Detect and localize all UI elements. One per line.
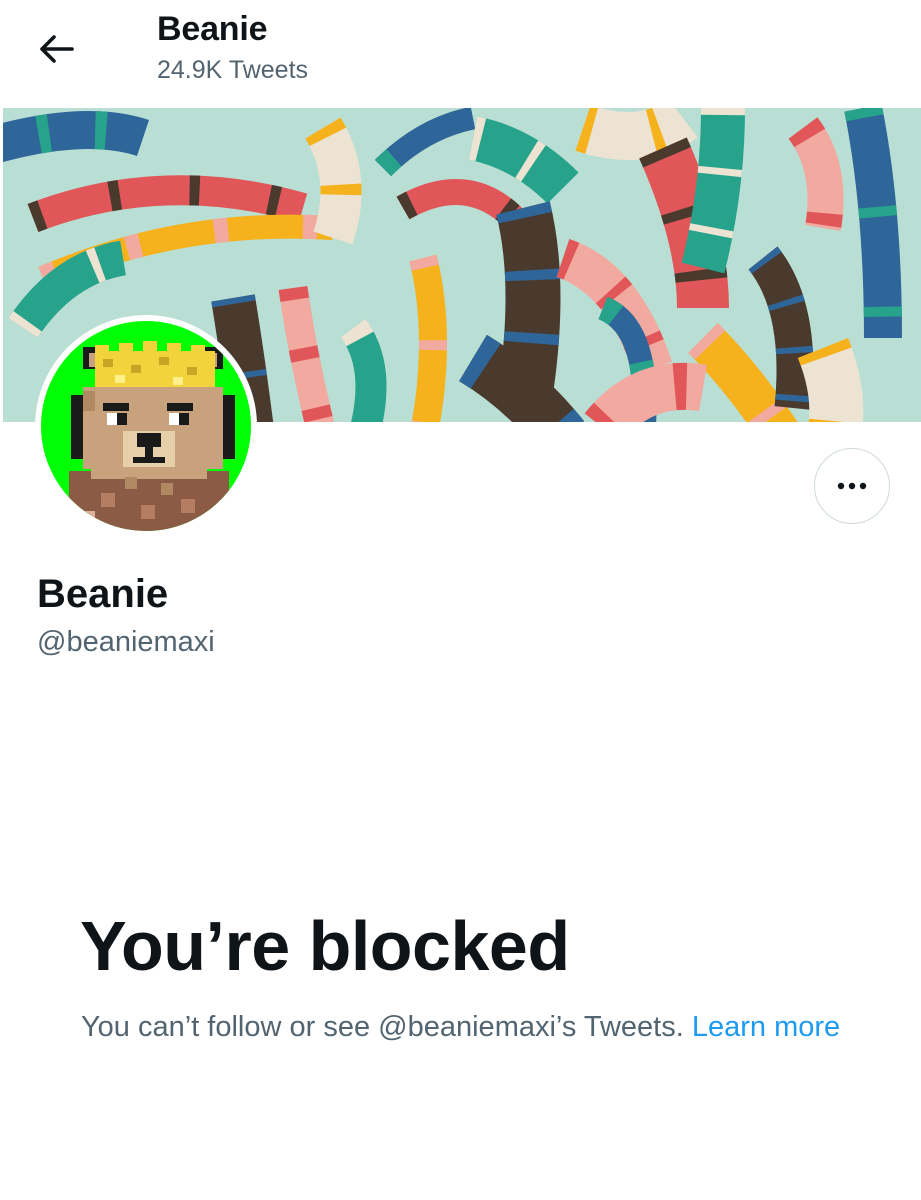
back-arrow-icon: [40, 35, 74, 63]
banner-ribbon: [8, 240, 127, 338]
banner-ribbon: [797, 337, 864, 422]
banner-ribbon: [3, 111, 149, 163]
banner-ribbon: [27, 175, 308, 233]
more-options-button[interactable]: [814, 448, 890, 524]
banner-ribbon: [409, 254, 447, 422]
banner-ribbon: [468, 116, 579, 204]
banner-ribbon: [340, 318, 387, 422]
back-button[interactable]: [26, 22, 86, 76]
avatar-image: [41, 321, 251, 531]
profile-display-name: Beanie: [37, 572, 169, 616]
blocked-message-text: You can’t follow or see @beaniemaxi’s Tw…: [81, 1011, 684, 1043]
banner-ribbon: [844, 108, 902, 339]
profile-handle: @beaniemaxi: [37, 626, 215, 658]
banner-ribbon: [305, 117, 362, 245]
profile-header: Beanie 24.9K Tweets: [0, 0, 921, 108]
header-title: Beanie: [157, 10, 268, 48]
more-dots-icon: [837, 482, 867, 490]
blocked-message-container: You can’t follow or see @beaniemaxi’s Tw…: [81, 1005, 871, 1049]
blocked-heading: You’re blocked: [80, 907, 570, 985]
avatar[interactable]: [35, 315, 257, 537]
banner-ribbon: [575, 108, 698, 160]
banner-ribbon: [681, 108, 745, 274]
pixel-bear-avatar-icon: [69, 341, 235, 531]
header-tweet-count: 24.9K Tweets: [157, 56, 309, 84]
learn-more-link[interactable]: Learn more: [692, 1011, 840, 1043]
